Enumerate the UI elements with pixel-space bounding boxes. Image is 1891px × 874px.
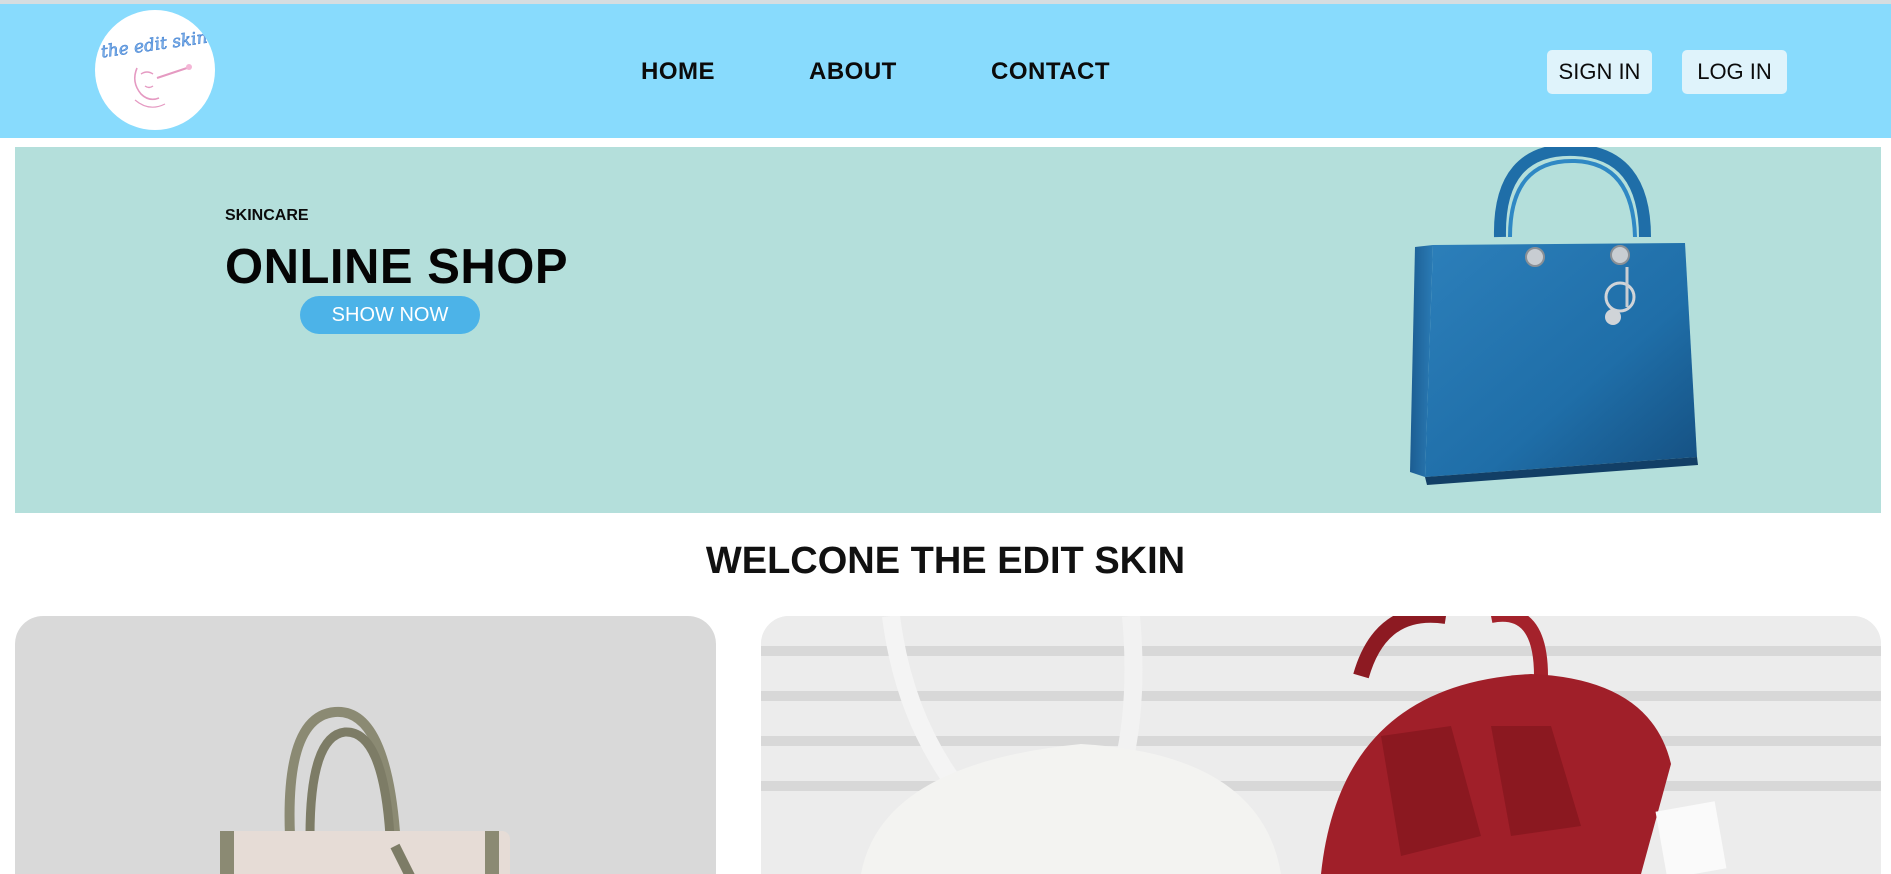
brand-logo[interactable]: the edit skin: [95, 10, 215, 130]
nav-contact-link[interactable]: CONTACT: [991, 58, 1110, 86]
log-in-button[interactable]: LOG IN: [1682, 50, 1787, 94]
product-card-bags[interactable]: [761, 616, 1881, 874]
product-card-tote[interactable]: [15, 616, 716, 874]
welcome-heading: WELCONE THE EDIT SKIN: [705, 540, 1186, 582]
hero-banner: SKINCARE ONLINE SHOP SHOW NOW: [15, 147, 1881, 513]
nav-home-link[interactable]: HOME: [641, 58, 715, 86]
logo-wordmark: the edit skin: [100, 28, 209, 63]
sign-in-button[interactable]: SIGN IN: [1547, 50, 1652, 94]
nav-about-link[interactable]: ABOUT: [809, 58, 897, 86]
beige-tote-bag-image: [220, 706, 510, 874]
hero-kicker: SKINCARE: [225, 207, 309, 224]
white-and-red-bags-image: [761, 616, 1881, 874]
logo-illustration-icon: the edit skin: [99, 27, 209, 108]
hero-title: ONLINE SHOP: [225, 240, 569, 294]
show-now-button[interactable]: SHOW NOW: [300, 296, 480, 334]
blue-handbag-image: [1410, 147, 1698, 485]
site-header: the edit skin HOME ABOUT CONTACT SIGN IN…: [0, 4, 1891, 138]
